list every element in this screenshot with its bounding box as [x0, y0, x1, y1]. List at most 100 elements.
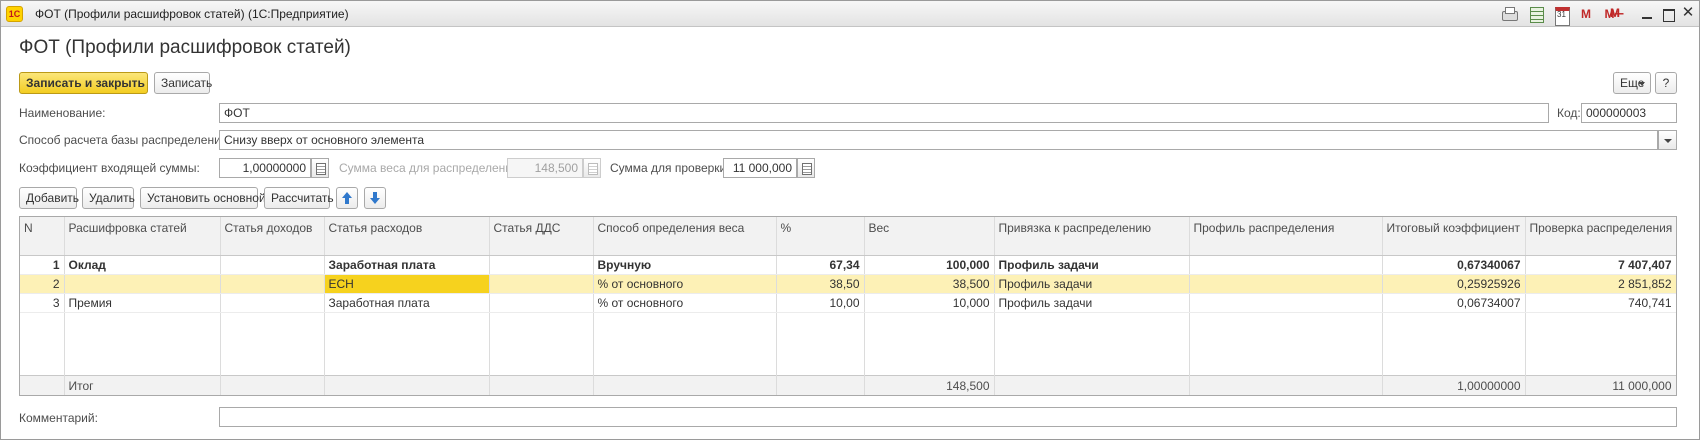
cell-pct[interactable]: 10,00 [776, 293, 865, 313]
totals-label: Итог [64, 374, 221, 395]
cell-weight[interactable]: 10,000 [864, 293, 995, 313]
table-totals-row: Итог 148,500 1,00000000 11 000,000 [20, 374, 1676, 395]
cell-item[interactable]: Премия [64, 293, 221, 313]
column-header[interactable]: % [776, 217, 865, 256]
cell-income[interactable] [220, 293, 325, 313]
code-label: Код: [1557, 106, 1581, 120]
memory-minus-button[interactable]: M- [1606, 5, 1628, 21]
row-number: 2 [20, 274, 65, 294]
cell-coef: 0,25925926 [1382, 274, 1526, 294]
table-row[interactable]: 3 Премия Заработная плата % от основного… [20, 293, 1676, 313]
totals-check: 11 000,000 [1525, 374, 1676, 395]
name-label: Наименование: [19, 106, 106, 120]
move-up-button[interactable] [336, 187, 358, 209]
method-select[interactable]: Снизу вверх от основного элемента [219, 130, 1658, 150]
comment-label: Комментарий: [19, 411, 98, 425]
more-button[interactable]: Еще [1613, 72, 1651, 94]
cell-income[interactable] [220, 274, 325, 294]
column-header[interactable]: Статья доходов [220, 217, 325, 256]
cell-profile[interactable] [1189, 293, 1383, 313]
table-empty-area [20, 312, 1676, 375]
cell-expense[interactable]: Заработная плата [324, 255, 490, 275]
check-sum-label: Сумма для проверки: [610, 161, 730, 175]
column-header[interactable]: Статья расходов [324, 217, 490, 256]
move-down-button[interactable] [364, 187, 386, 209]
weight-sum-calc-button [583, 158, 601, 178]
cell-binding[interactable]: Профиль задачи [994, 293, 1190, 313]
chevron-down-icon [1639, 82, 1645, 86]
cell-binding[interactable]: Профиль задачи [994, 274, 1190, 294]
add-row-button[interactable]: Добавить [19, 187, 79, 209]
minimize-button[interactable] [1638, 5, 1656, 23]
weight-sum-label: Сумма веса для распределения: [339, 161, 522, 175]
cell-expense[interactable]: Заработная плата [324, 293, 490, 313]
calendar-icon[interactable] [1552, 6, 1570, 26]
coef-label: Коэффициент входящей суммы: [19, 161, 200, 175]
row-number: 1 [20, 255, 65, 275]
column-header[interactable]: Способ определения веса [593, 217, 777, 256]
cell-method[interactable]: % от основного [593, 274, 777, 294]
method-label: Способ расчета базы распределения: [19, 133, 231, 147]
cell-method[interactable]: Вручную [593, 255, 777, 275]
cell-check: 740,741 [1525, 293, 1676, 313]
save-button[interactable]: Записать [154, 72, 212, 94]
page-title: ФОТ (Профили расшифровок статей) [19, 37, 351, 58]
weight-sum-field: 148,500 [507, 158, 583, 178]
column-header[interactable]: Вес [864, 217, 995, 256]
memory-button[interactable]: M [1577, 6, 1595, 22]
cell-check: 2 851,852 [1525, 274, 1676, 294]
column-header[interactable]: Статья ДДС [489, 217, 594, 256]
table-row[interactable]: 1 Оклад Заработная плата Вручную 67,34 1… [20, 255, 1676, 275]
cell-income[interactable] [220, 255, 325, 275]
delete-row-button[interactable]: Удалить [82, 187, 135, 209]
column-header[interactable]: Расшифровка статей [64, 217, 221, 256]
method-dropdown-button[interactable] [1658, 130, 1677, 150]
title-bar: 1С ФОТ (Профили расшифровок статей) (1С:… [1, 1, 1699, 27]
cell-dds[interactable] [489, 293, 594, 313]
cell-item[interactable]: Оклад [64, 255, 221, 275]
maximize-button[interactable] [1659, 5, 1677, 23]
table-row-selected[interactable]: 2 ЕСН % от основного 38,50 38,500 Профил… [20, 274, 1676, 294]
help-button[interactable]: ? [1655, 72, 1677, 94]
cell-dds[interactable] [489, 274, 594, 294]
print-icon[interactable] [1500, 6, 1518, 22]
table-header-row: N Расшифровка статей Статья доходов Стат… [20, 217, 1676, 256]
items-table[interactable]: N Расшифровка статей Статья доходов Стат… [19, 216, 1677, 396]
column-header[interactable]: Проверка распределения [1525, 217, 1676, 256]
save-and-close-button[interactable]: Записать и закрыть [19, 72, 148, 94]
cell-binding[interactable]: Профиль задачи [994, 255, 1190, 275]
cell-expense-focused[interactable]: ЕСН [324, 274, 490, 294]
window-title: ФОТ (Профили расшифровок статей) (1С:Пре… [35, 7, 349, 21]
cell-profile[interactable] [1189, 255, 1383, 275]
cell-pct[interactable]: 67,34 [776, 255, 865, 275]
cell-coef: 0,06734007 [1382, 293, 1526, 313]
set-main-button[interactable]: Установить основной [140, 187, 266, 209]
coef-calc-button[interactable] [311, 158, 329, 178]
cell-weight[interactable]: 38,500 [864, 274, 995, 294]
row-number: 3 [20, 293, 65, 313]
cell-item[interactable] [64, 274, 221, 294]
calculate-button[interactable]: Рассчитать [264, 187, 334, 209]
cell-pct[interactable]: 38,50 [776, 274, 865, 294]
cell-check: 7 407,407 [1525, 255, 1676, 275]
cell-weight[interactable]: 100,000 [864, 255, 995, 275]
comment-field[interactable] [219, 407, 1677, 427]
totals-coef: 1,00000000 [1382, 374, 1526, 395]
app-window: 1С ФОТ (Профили расшифровок статей) (1С:… [0, 0, 1700, 440]
close-button[interactable]: ✕ [1679, 4, 1697, 22]
column-header[interactable]: Профиль распределения [1189, 217, 1383, 256]
cell-dds[interactable] [489, 255, 594, 275]
check-sum-calc-button[interactable] [797, 158, 815, 178]
cell-profile[interactable] [1189, 274, 1383, 294]
app-logo-icon[interactable]: 1С [6, 6, 23, 22]
cell-method[interactable]: % от основного [593, 293, 777, 313]
column-header[interactable]: N [20, 217, 65, 256]
check-sum-field[interactable]: 11 000,000 [723, 158, 797, 178]
calculator-icon[interactable] [1527, 6, 1545, 23]
coef-field[interactable]: 1,00000000 [219, 158, 311, 178]
cell-coef: 0,67340067 [1382, 255, 1526, 275]
name-field[interactable]: ФОТ [219, 103, 1549, 123]
code-field[interactable]: 000000003 [1581, 103, 1677, 123]
column-header[interactable]: Итоговый коэффициент [1382, 217, 1526, 256]
column-header[interactable]: Привязка к распределению [994, 217, 1190, 256]
